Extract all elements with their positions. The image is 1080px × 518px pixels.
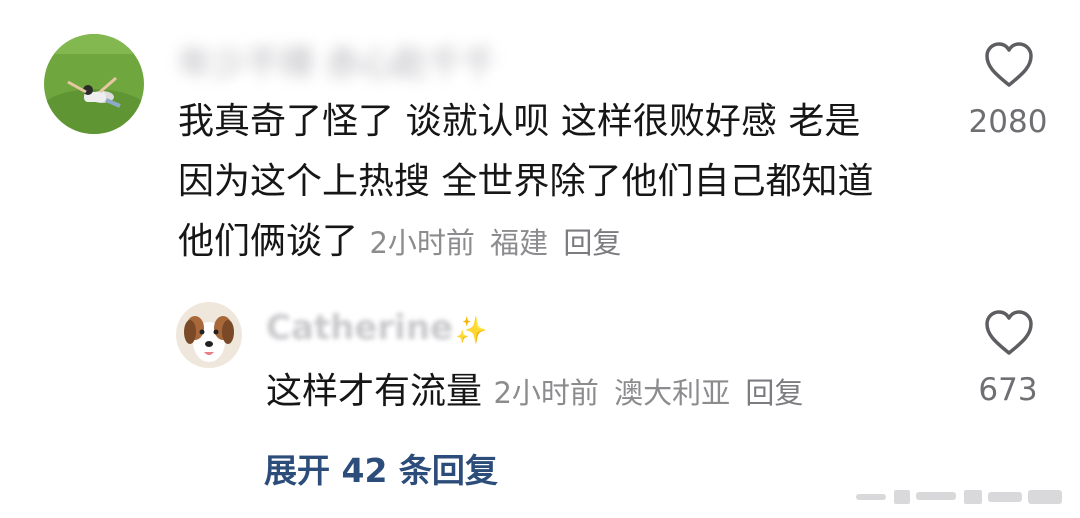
- comment-meta: 2小时前 福建 回复: [369, 226, 627, 260]
- comment-body: 我真奇了怪了 谈就认呗 这样很败好感 老是 因为这个上热搜 全世界除了他们自己都…: [178, 92, 938, 273]
- reply-like-count: 673: [978, 372, 1038, 408]
- watermark: [856, 490, 1062, 504]
- comment-reply-button[interactable]: 回复: [563, 226, 621, 260]
- reply-body: 这样才有流量 2小时前 澳大利亚 回复: [266, 362, 946, 423]
- reply-text: 这样才有流量: [266, 371, 483, 412]
- reply-time: 2小时前: [493, 376, 599, 410]
- commenter-avatar[interactable]: [44, 34, 144, 134]
- heart-icon[interactable]: [984, 42, 1034, 88]
- reply-location: 澳大利亚: [614, 376, 731, 410]
- reply-meta: 2小时前 澳大利亚 回复: [493, 376, 809, 410]
- reply-avatar[interactable]: [176, 302, 242, 368]
- reply-username[interactable]: Catherine: [266, 308, 453, 348]
- expand-replies-button[interactable]: 展开 42 条回复: [264, 444, 498, 492]
- sparkle-icon: ✨: [455, 316, 488, 346]
- reply-reply-button[interactable]: 回复: [745, 376, 803, 410]
- commenter-username[interactable]: 年少不得 赤心赴千千: [178, 36, 496, 85]
- comment-location: 福建: [490, 226, 549, 260]
- comment-text-line-1: 我真奇了怪了 谈就认呗 这样很败好感 老是: [178, 101, 861, 142]
- heart-icon[interactable]: [984, 310, 1034, 356]
- comment-text-line-2: 因为这个上热搜 全世界除了他们自己都知道: [178, 161, 874, 202]
- comment-like-count: 2080: [968, 104, 1048, 140]
- comment-thread: 年少不得 赤心赴千千 我真奇了怪了 谈就认呗 这样很败好感 老是 因为这个上热搜…: [0, 0, 1080, 518]
- comment-time: 2小时前: [369, 226, 475, 260]
- comment-text-line-3: 他们俩谈了 2小时前 福建 回复: [178, 212, 938, 273]
- comment-text-line-3-text: 他们俩谈了: [178, 221, 359, 262]
